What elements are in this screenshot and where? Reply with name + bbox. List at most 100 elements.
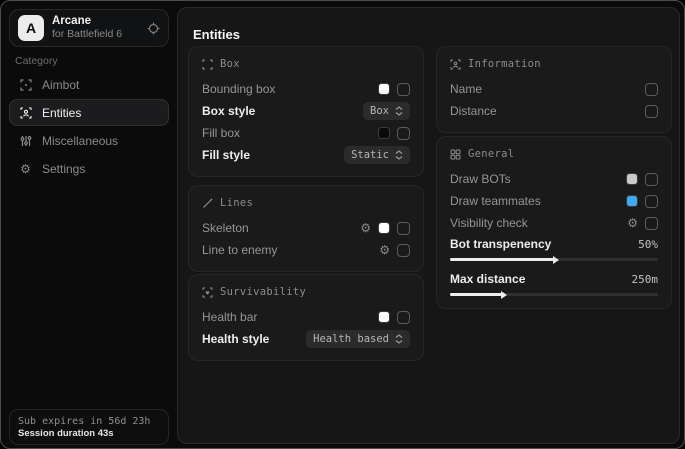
checkbox[interactable] [645, 195, 658, 208]
dropdown-health-style[interactable]: Health based [306, 330, 410, 348]
sidebar-item-miscellaneous[interactable]: Miscellaneous [9, 127, 169, 154]
arcane-window: A Arcane for Battlefield 6 Category [0, 0, 685, 449]
app-logo-letter: A [26, 20, 36, 36]
dropdown-value: Health based [313, 333, 389, 345]
card-title: Survivability [220, 286, 306, 298]
color-swatch[interactable] [378, 222, 390, 234]
sub-expires-text: Sub expires in 56d 23h [18, 415, 160, 428]
scan-person-icon [450, 59, 461, 70]
color-swatch[interactable] [378, 127, 390, 139]
sliders-icon [19, 135, 32, 147]
dropdown-value: Static [351, 149, 389, 161]
max-distance-slider[interactable] [450, 293, 658, 296]
card-box-header: Box [202, 56, 410, 72]
setting-row-distance: Distance [450, 100, 658, 122]
gear-icon[interactable]: ⚙ [360, 222, 371, 234]
chevron-up-down-icon [395, 106, 403, 116]
setting-label: Max distance [450, 272, 525, 286]
session-duration-text: Session duration 43s [18, 428, 160, 440]
sidebar-nav: Aimbot Entities Miscellaneous [9, 71, 169, 182]
gear-icon: ⚙ [19, 163, 32, 175]
sidebar-item-label: Aimbot [42, 78, 79, 92]
pencil-line-icon [202, 198, 213, 209]
checkbox[interactable] [397, 83, 410, 96]
card-box: Box Bounding box Box style Box [188, 46, 424, 177]
sidebar-item-label: Settings [42, 162, 85, 176]
dropdown-value: Box [370, 105, 389, 117]
sidebar-item-aimbot[interactable]: Aimbot [9, 71, 169, 98]
app-subtitle: for Battlefield 6 [52, 28, 139, 41]
setting-row-health-style: Health style Health based [202, 328, 410, 350]
sidebar-item-label: Entities [42, 106, 81, 120]
checkbox[interactable] [397, 244, 410, 257]
sidebar-item-entities[interactable]: Entities [9, 99, 169, 126]
slider-fill [450, 293, 502, 296]
checkbox[interactable] [645, 83, 658, 96]
brand-card[interactable]: A Arcane for Battlefield 6 [9, 9, 169, 47]
checkbox[interactable] [397, 222, 410, 235]
sidebar-item-label: Miscellaneous [42, 134, 118, 148]
card-title: Box [220, 58, 240, 70]
chevron-up-down-icon [395, 334, 403, 344]
slider-value: 50% [638, 238, 658, 251]
card-title: Information [468, 58, 541, 70]
setting-row-draw-bots: Draw BOTs [450, 168, 658, 190]
setting-row-fill-style: Fill style Static [202, 144, 410, 166]
gear-icon[interactable]: ⚙ [627, 217, 638, 229]
color-swatch[interactable] [626, 195, 638, 207]
chevron-up-down-icon [395, 150, 403, 160]
checkbox[interactable] [645, 105, 658, 118]
page-title: Entities [193, 27, 240, 42]
gear-icon[interactable]: ⚙ [379, 244, 390, 256]
app-logo: A [18, 15, 44, 41]
crosshair-icon[interactable] [147, 22, 160, 35]
setting-label: Draw teammates [450, 194, 541, 208]
crosshair-icon [19, 79, 32, 91]
checkbox[interactable] [397, 311, 410, 324]
checkbox[interactable] [645, 217, 658, 230]
sidebar-item-settings[interactable]: ⚙ Settings [9, 155, 169, 182]
setting-label: Distance [450, 104, 497, 118]
grid-icon [450, 149, 461, 160]
checkbox[interactable] [397, 127, 410, 140]
setting-label: Fill style [202, 148, 250, 162]
slider-group-bot-transpenency: Bot transpenency 50% [450, 234, 658, 261]
setting-label: Health style [202, 332, 269, 346]
setting-row-health-bar: Health bar [202, 306, 410, 328]
setting-row-name: Name [450, 78, 658, 100]
card-title: General [468, 148, 514, 160]
card-lines-header: Lines [202, 195, 410, 211]
dropdown-fill-style[interactable]: Static [344, 146, 410, 164]
setting-label: Line to enemy [202, 243, 277, 257]
card-information-header: Information [450, 56, 658, 72]
setting-label: Box style [202, 104, 255, 118]
setting-label: Bounding box [202, 82, 275, 96]
sidebar: A Arcane for Battlefield 6 Category [1, 1, 177, 448]
bot-transpenency-slider[interactable] [450, 258, 658, 261]
brand-text: Arcane for Battlefield 6 [52, 15, 139, 41]
setting-label: Health bar [202, 310, 257, 324]
app-name: Arcane [52, 15, 139, 28]
dropdown-box-style[interactable]: Box [363, 102, 410, 120]
setting-row-visibility-check: Visibility check ⚙ [450, 212, 658, 234]
checkbox[interactable] [645, 173, 658, 186]
color-swatch[interactable] [378, 83, 390, 95]
card-general-header: General [450, 146, 658, 162]
setting-label: Draw BOTs [450, 172, 511, 186]
slider-fill [450, 258, 554, 261]
subscription-info: Sub expires in 56d 23h Session duration … [9, 409, 169, 445]
slider-value: 250m [632, 273, 659, 286]
setting-row-line-to-enemy: Line to enemy ⚙ [202, 239, 410, 261]
setting-label: Skeleton [202, 221, 249, 235]
color-swatch[interactable] [378, 311, 390, 323]
card-information: Information Name Distance [436, 46, 672, 133]
setting-row-bounding-box: Bounding box [202, 78, 410, 100]
card-general: General Draw BOTs Draw teammates Visibil… [436, 136, 672, 309]
heart-frame-icon [202, 287, 213, 298]
color-swatch[interactable] [626, 173, 638, 185]
setting-row-box-style: Box style Box [202, 100, 410, 122]
setting-row-fill-box: Fill box [202, 122, 410, 144]
setting-row-draw-teammates: Draw teammates [450, 190, 658, 212]
card-survivability: Survivability Health bar Health style He… [188, 274, 424, 361]
slider-group-max-distance: Max distance 250m [450, 269, 658, 296]
